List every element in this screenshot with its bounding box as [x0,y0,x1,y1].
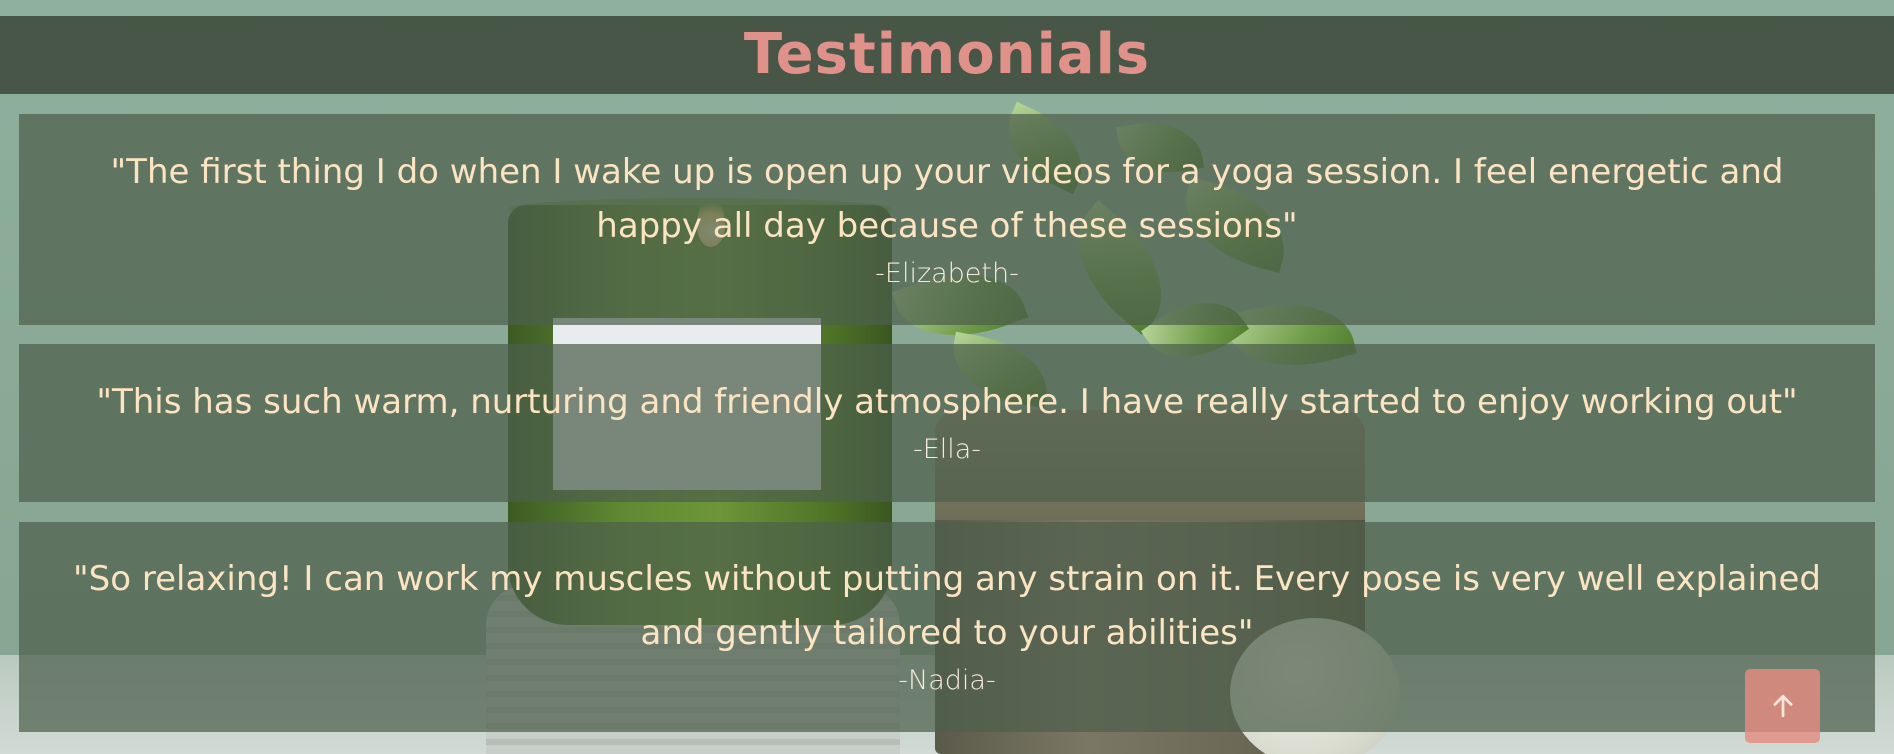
testimonial-author: -Nadia- [898,665,996,696]
testimonials-header: Testimonials [0,16,1894,94]
page-title: Testimonials [743,22,1151,87]
testimonial-quote: "This has such warm, nurturing and frien… [96,382,1798,422]
testimonial-card: "So relaxing! I can work my muscles with… [19,522,1875,732]
testimonial-card: "This has such warm, nurturing and frien… [19,344,1875,502]
testimonial-card: "The first thing I do when I wake up is … [19,114,1875,325]
testimonial-quote: "So relaxing! I can work my muscles with… [73,559,1821,653]
testimonial-author: -Elizabeth- [875,257,1019,289]
scroll-to-top-button[interactable] [1745,669,1820,743]
arrow-up-icon [1770,693,1796,719]
testimonial-author: -Ella- [912,434,982,465]
testimonial-quote: "The first thing I do when I wake up is … [110,151,1784,246]
